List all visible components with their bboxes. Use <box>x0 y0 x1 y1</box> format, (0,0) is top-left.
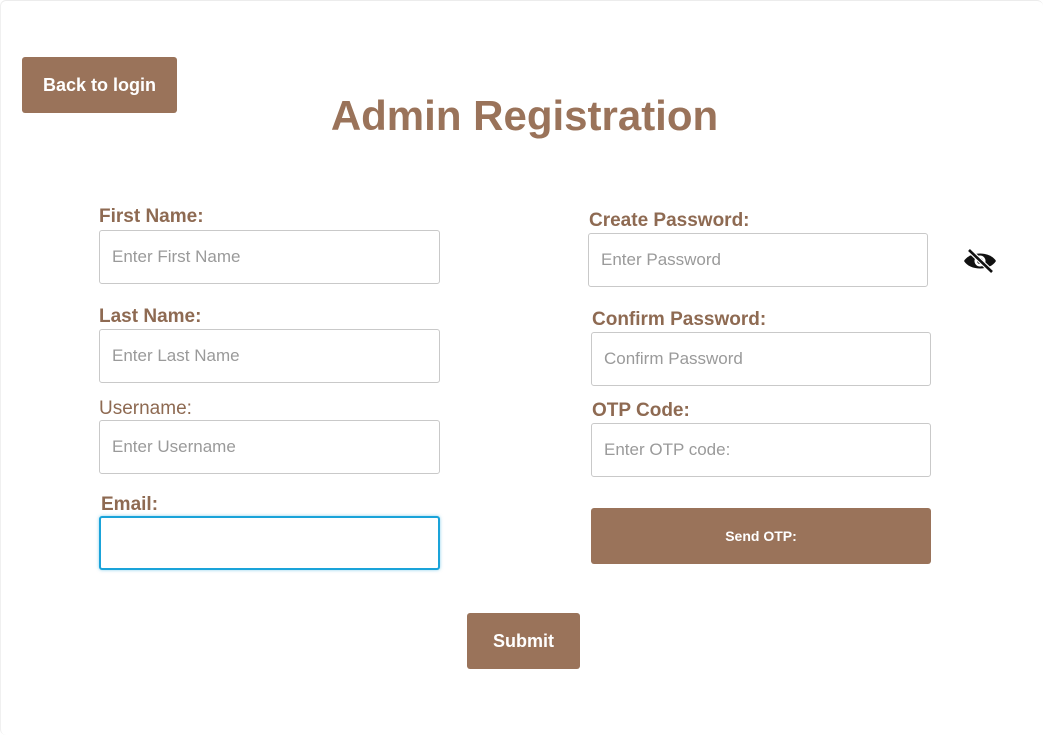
last-name-label: Last Name: <box>99 306 202 327</box>
create-password-label: Create Password: <box>589 210 750 231</box>
first-name-label: First Name: <box>99 206 204 227</box>
otp-code-label: OTP Code: <box>592 400 690 421</box>
email-input[interactable] <box>99 516 440 570</box>
username-input[interactable] <box>99 420 440 474</box>
otp-code-input[interactable] <box>591 423 931 477</box>
submit-button[interactable]: Submit <box>467 613 580 669</box>
username-label: Username: <box>99 398 192 419</box>
page-title: Admin Registration <box>330 92 719 139</box>
send-otp-button[interactable]: Send OTP: <box>591 508 931 564</box>
first-name-input[interactable] <box>99 230 440 284</box>
eye-slash-icon[interactable] <box>961 247 999 275</box>
email-label: Email: <box>101 494 159 515</box>
confirm-password-label: Confirm Password: <box>592 309 767 330</box>
last-name-input[interactable] <box>99 329 440 383</box>
registration-page: Back to login Admin Registration First N… <box>0 0 1043 735</box>
create-password-input[interactable] <box>588 233 928 287</box>
confirm-password-input[interactable] <box>591 332 931 386</box>
